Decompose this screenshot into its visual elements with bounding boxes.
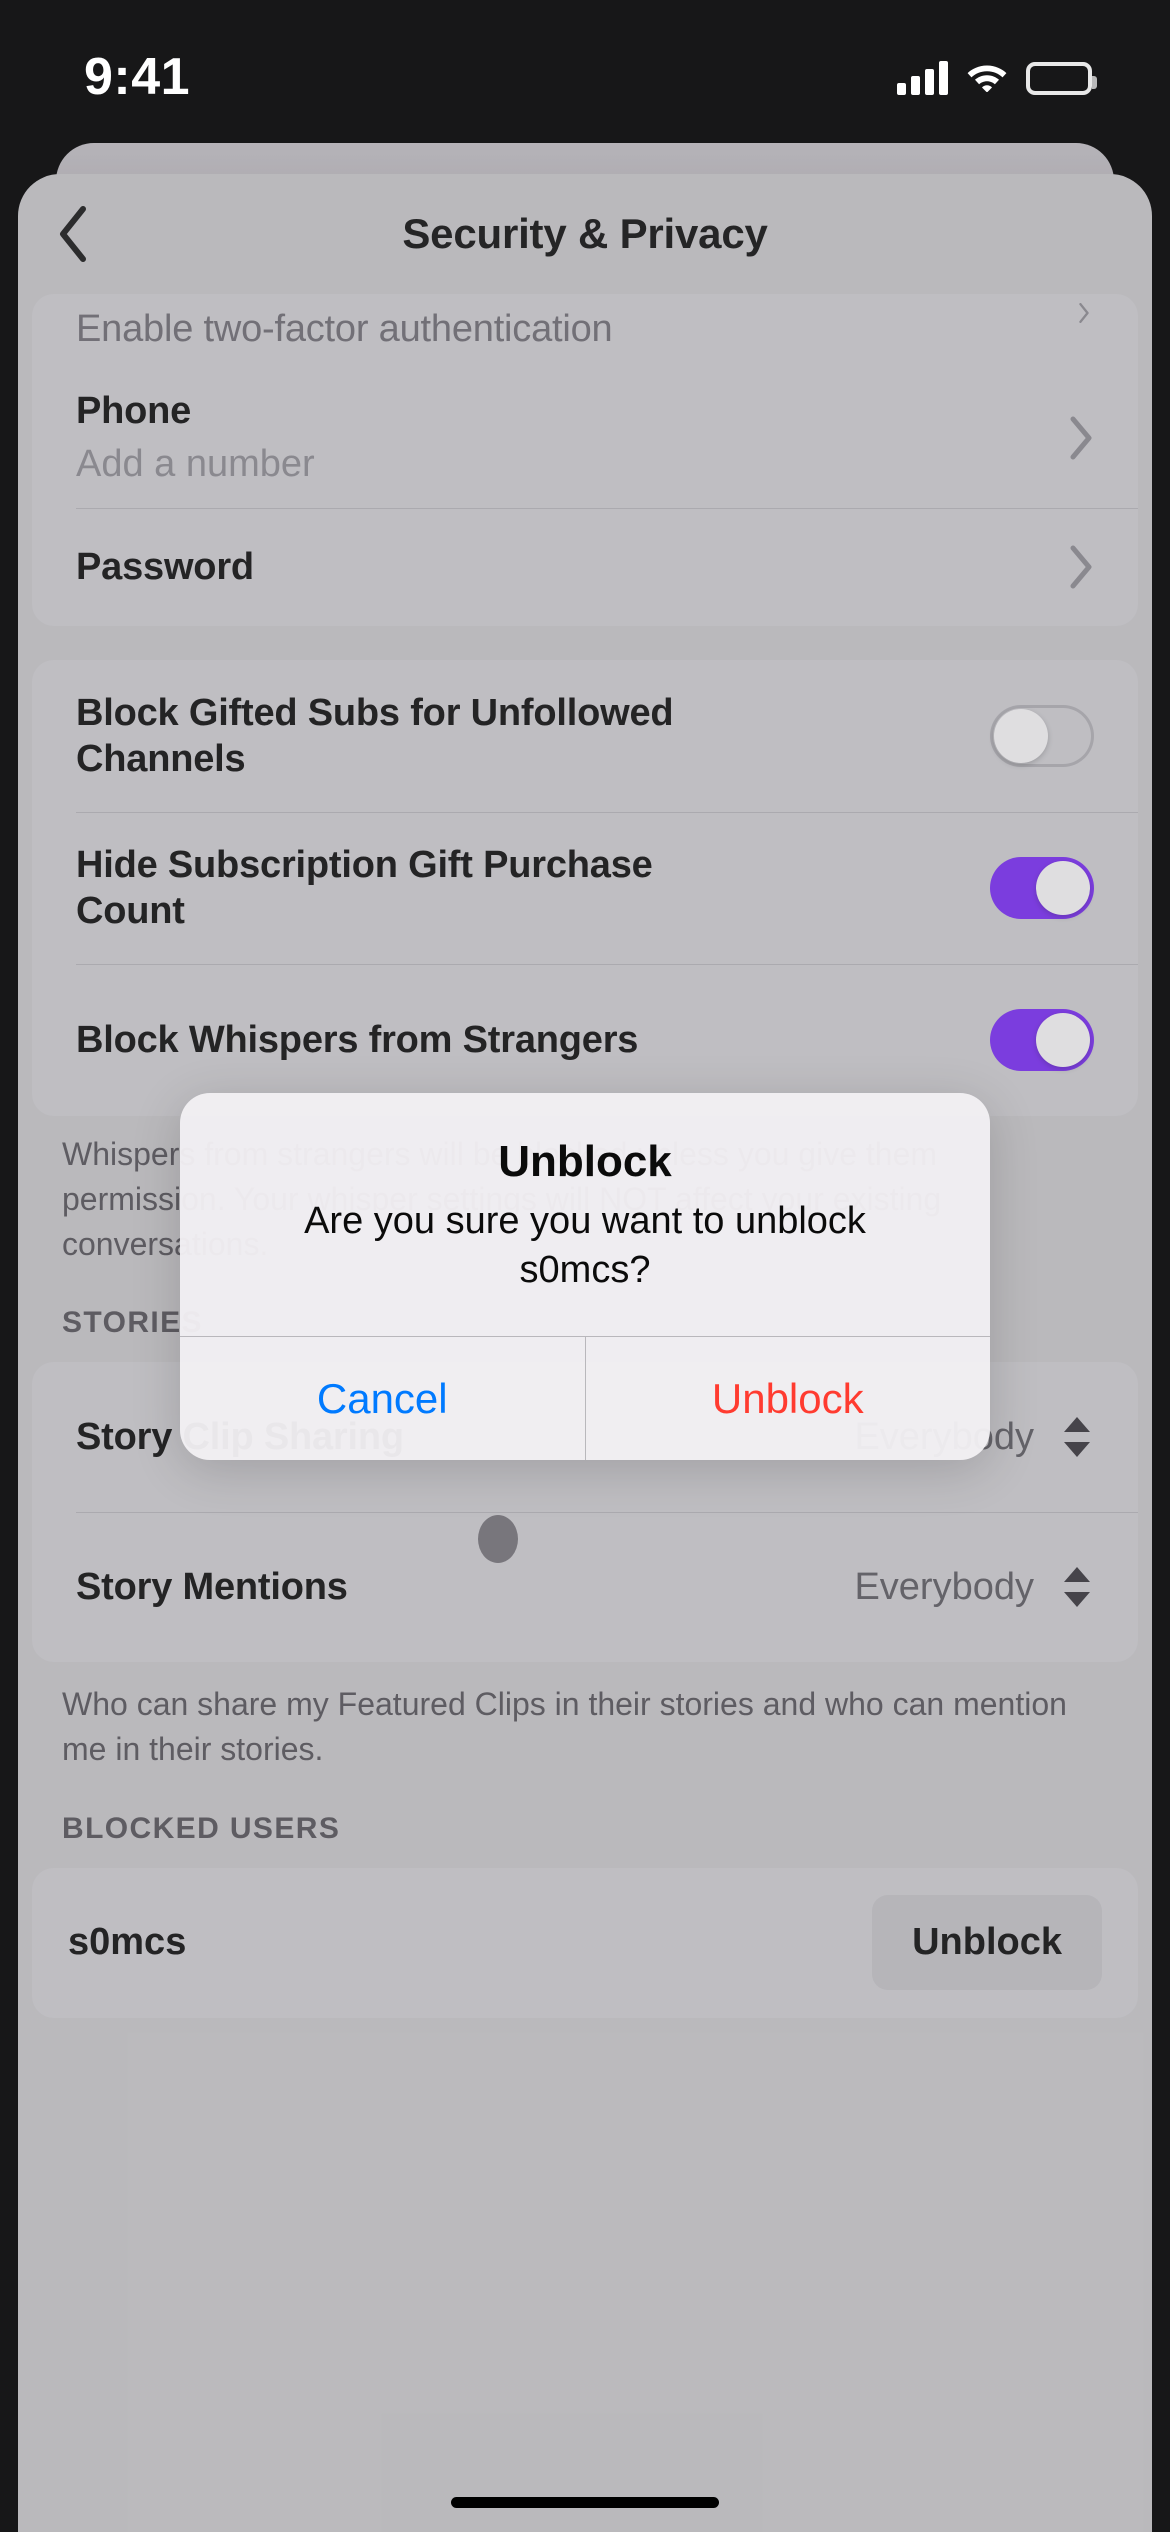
signal-bars-icon (897, 61, 948, 95)
battery-icon (1026, 61, 1097, 95)
phone-screen: 9:41 Security & Privacy Enable two-facto… (0, 0, 1170, 2532)
dialog-cancel-button[interactable]: Cancel (180, 1337, 586, 1461)
status-bar-clock: 9:41 (84, 48, 191, 106)
unblock-confirmation-dialog: Unblock Are you sure you want to unblock… (180, 1093, 991, 1461)
dialog-unblock-button[interactable]: Unblock (586, 1337, 991, 1460)
dialog-actions: Cancel Unblock (180, 1336, 991, 1461)
dialog-body: Unblock Are you sure you want to unblock… (180, 1093, 990, 1336)
dialog-message: Are you sure you want to unblock s0mcs? (304, 1200, 866, 1291)
dialog-title: Unblock (498, 1137, 672, 1186)
wifi-icon (966, 60, 1008, 97)
status-bar: 9:41 (0, 0, 1170, 140)
status-bar-icons (897, 60, 1097, 97)
touch-pointer-indicator (478, 1515, 518, 1563)
home-indicator[interactable] (451, 2497, 719, 2508)
